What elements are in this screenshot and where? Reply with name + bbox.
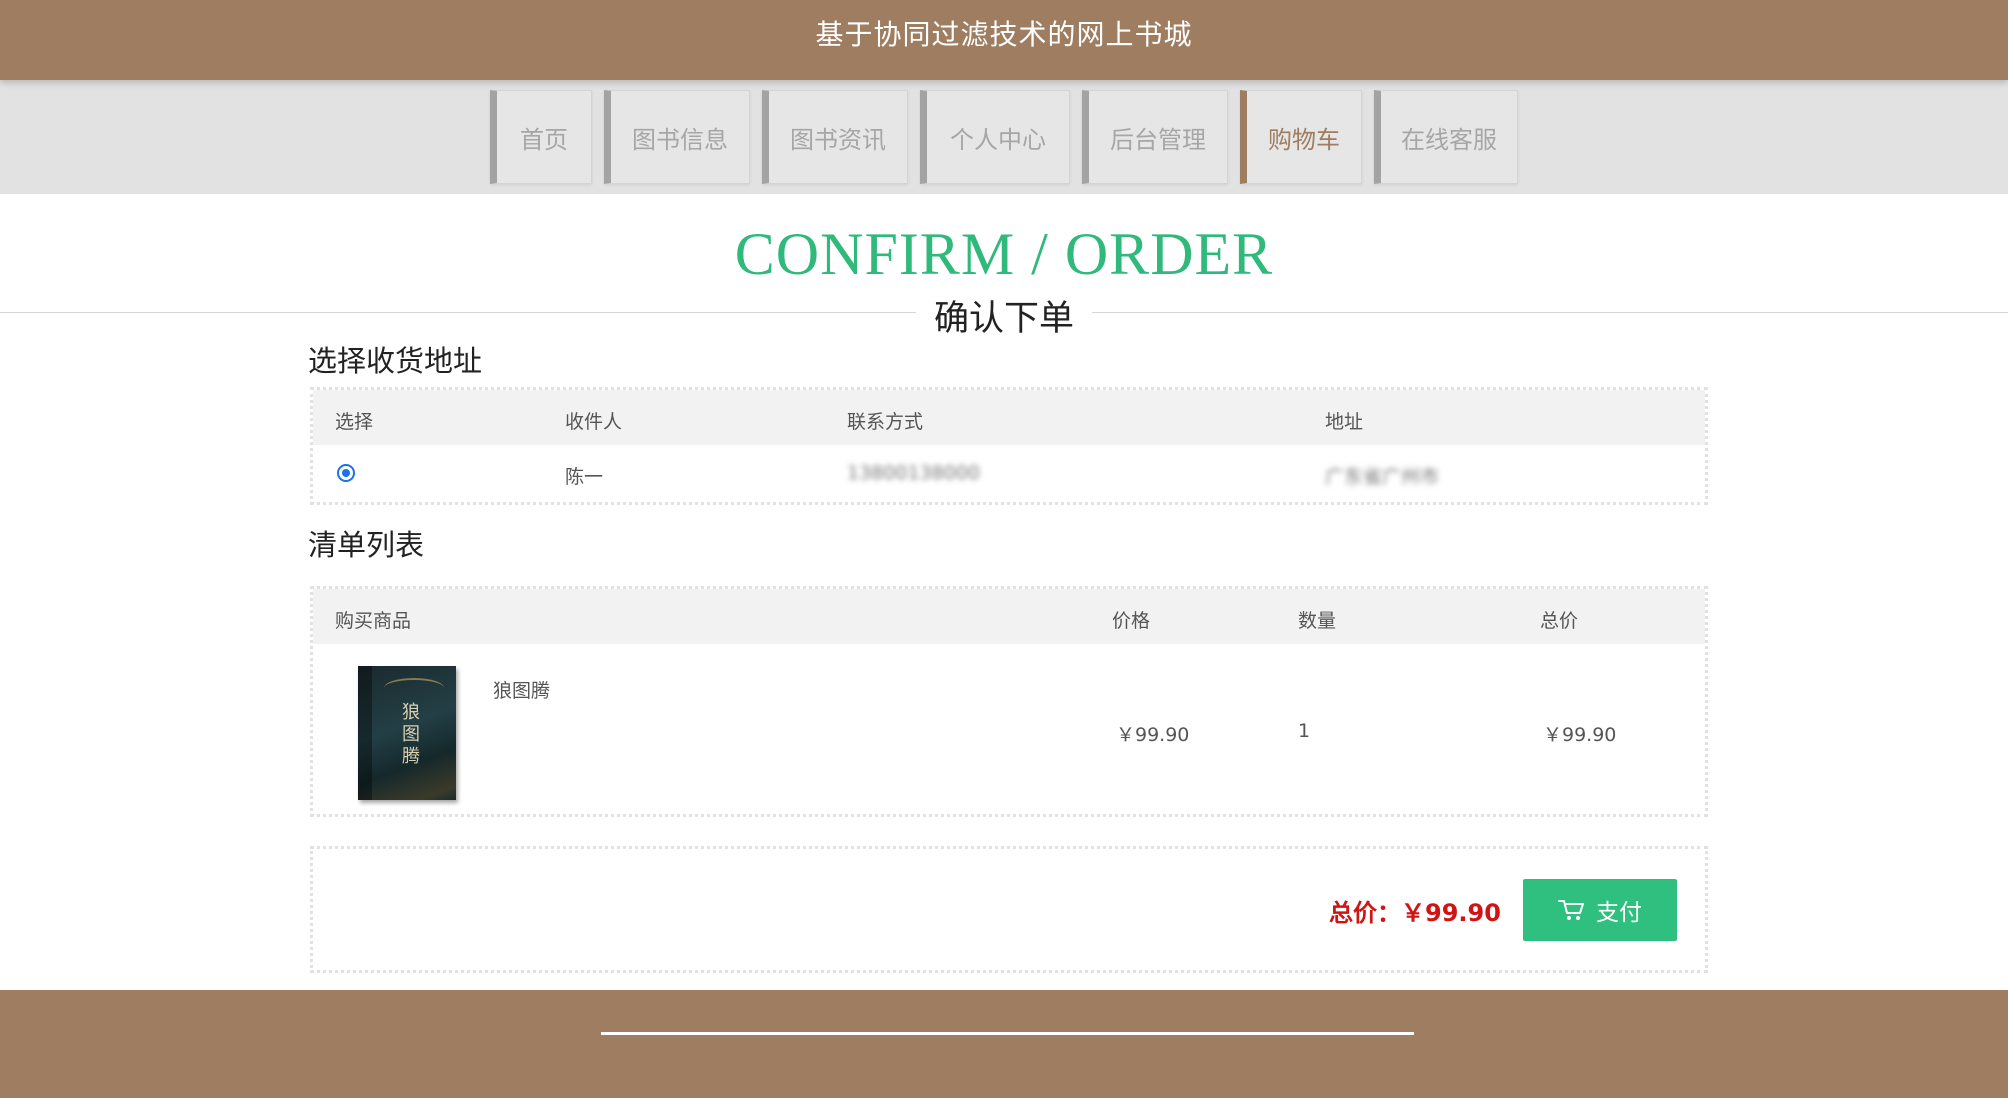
column-header: 地址 [1325, 411, 1364, 433]
column-header: 收件人 [565, 411, 623, 433]
page-title: CONFIRM / ORDER [734, 221, 1274, 287]
product-price: ￥99.90 [1116, 724, 1190, 746]
column-header: 选择 [335, 411, 374, 433]
footer [0, 990, 2008, 1098]
nav-item-label: 图书信息 [632, 125, 728, 154]
order-section-heading: 清单列表 [308, 528, 425, 562]
nav-bar: 首页 图书信息 图书资讯 个人中心 后台管理 购物车 在线客服 [0, 80, 2008, 194]
column-header: 购买商品 [335, 610, 412, 632]
column-header: 数量 [1298, 610, 1337, 632]
total-label-text: 总价： [1329, 899, 1401, 927]
book-cover-text: 狼图腾 [402, 702, 420, 767]
site-title: 基于协同过滤技术的网上书城 [815, 18, 1193, 51]
nav-item-online-service[interactable]: 在线客服 [1374, 90, 1518, 184]
nav-item-label: 个人中心 [950, 125, 1046, 154]
nav-item-label: 首页 [520, 125, 568, 154]
nav-item-home[interactable]: 首页 [490, 90, 592, 184]
main-nav: 首页 图书信息 图书资讯 个人中心 后台管理 购物车 在线客服 [0, 90, 2008, 184]
address-radio[interactable] [337, 464, 355, 482]
nav-item-cart[interactable]: 购物车 [1240, 90, 1362, 184]
nav-item-label: 购物车 [1268, 125, 1340, 154]
nav-item-book-info[interactable]: 图书信息 [604, 90, 750, 184]
nav-item-personal-center[interactable]: 个人中心 [920, 90, 1070, 184]
nav-item-label: 后台管理 [1110, 125, 1206, 154]
product-quantity: 1 [1298, 720, 1311, 742]
product-total: ￥99.90 [1543, 724, 1617, 746]
order-table-header: 购买商品 价格 数量 总价 [313, 589, 1705, 644]
pay-button[interactable]: 支付 [1523, 879, 1677, 941]
recipient-name: 陈一 [565, 466, 604, 488]
page-subtitle-wrap: 确认下单 [0, 290, 2008, 341]
column-header: 价格 [1112, 610, 1151, 632]
address-table-header: 选择 收件人 联系方式 地址 [313, 390, 1705, 445]
recipient-phone: 13800138000 [847, 462, 980, 484]
total-price-value: ￥99.90 [1401, 899, 1501, 927]
nav-item-label: 在线客服 [1401, 125, 1497, 154]
recipient-address: 广东省广州市 [1325, 466, 1440, 488]
top-header: 基于协同过滤技术的网上书城 [0, 0, 2008, 80]
page-subtitle: 确认下单 [915, 299, 1092, 339]
nav-item-book-news[interactable]: 图书资讯 [762, 90, 908, 184]
pay-button-label: 支付 [1596, 900, 1642, 926]
nav-item-admin[interactable]: 后台管理 [1082, 90, 1228, 184]
order-summary: 总价：￥99.90 支付 [310, 846, 1708, 973]
address-section-heading: 选择收货地址 [308, 344, 483, 378]
cart-icon [1558, 900, 1584, 920]
nav-item-label: 图书资讯 [790, 125, 886, 154]
order-table: 购买商品 价格 数量 总价 狼图腾 狼图腾 ￥99.90 1 ￥99.90 [310, 586, 1708, 817]
footer-divider [601, 1032, 1414, 1035]
address-table: 选择 收件人 联系方式 地址 陈一 13800138000 广东省广州市 [310, 387, 1708, 505]
book-ornament [384, 678, 444, 698]
book-cover-image[interactable]: 狼图腾 [358, 666, 456, 800]
column-header: 联系方式 [847, 411, 924, 433]
total-price-label: 总价：￥99.90 [1329, 893, 1501, 928]
product-name[interactable]: 狼图腾 [493, 676, 550, 703]
column-header: 总价 [1540, 610, 1579, 632]
